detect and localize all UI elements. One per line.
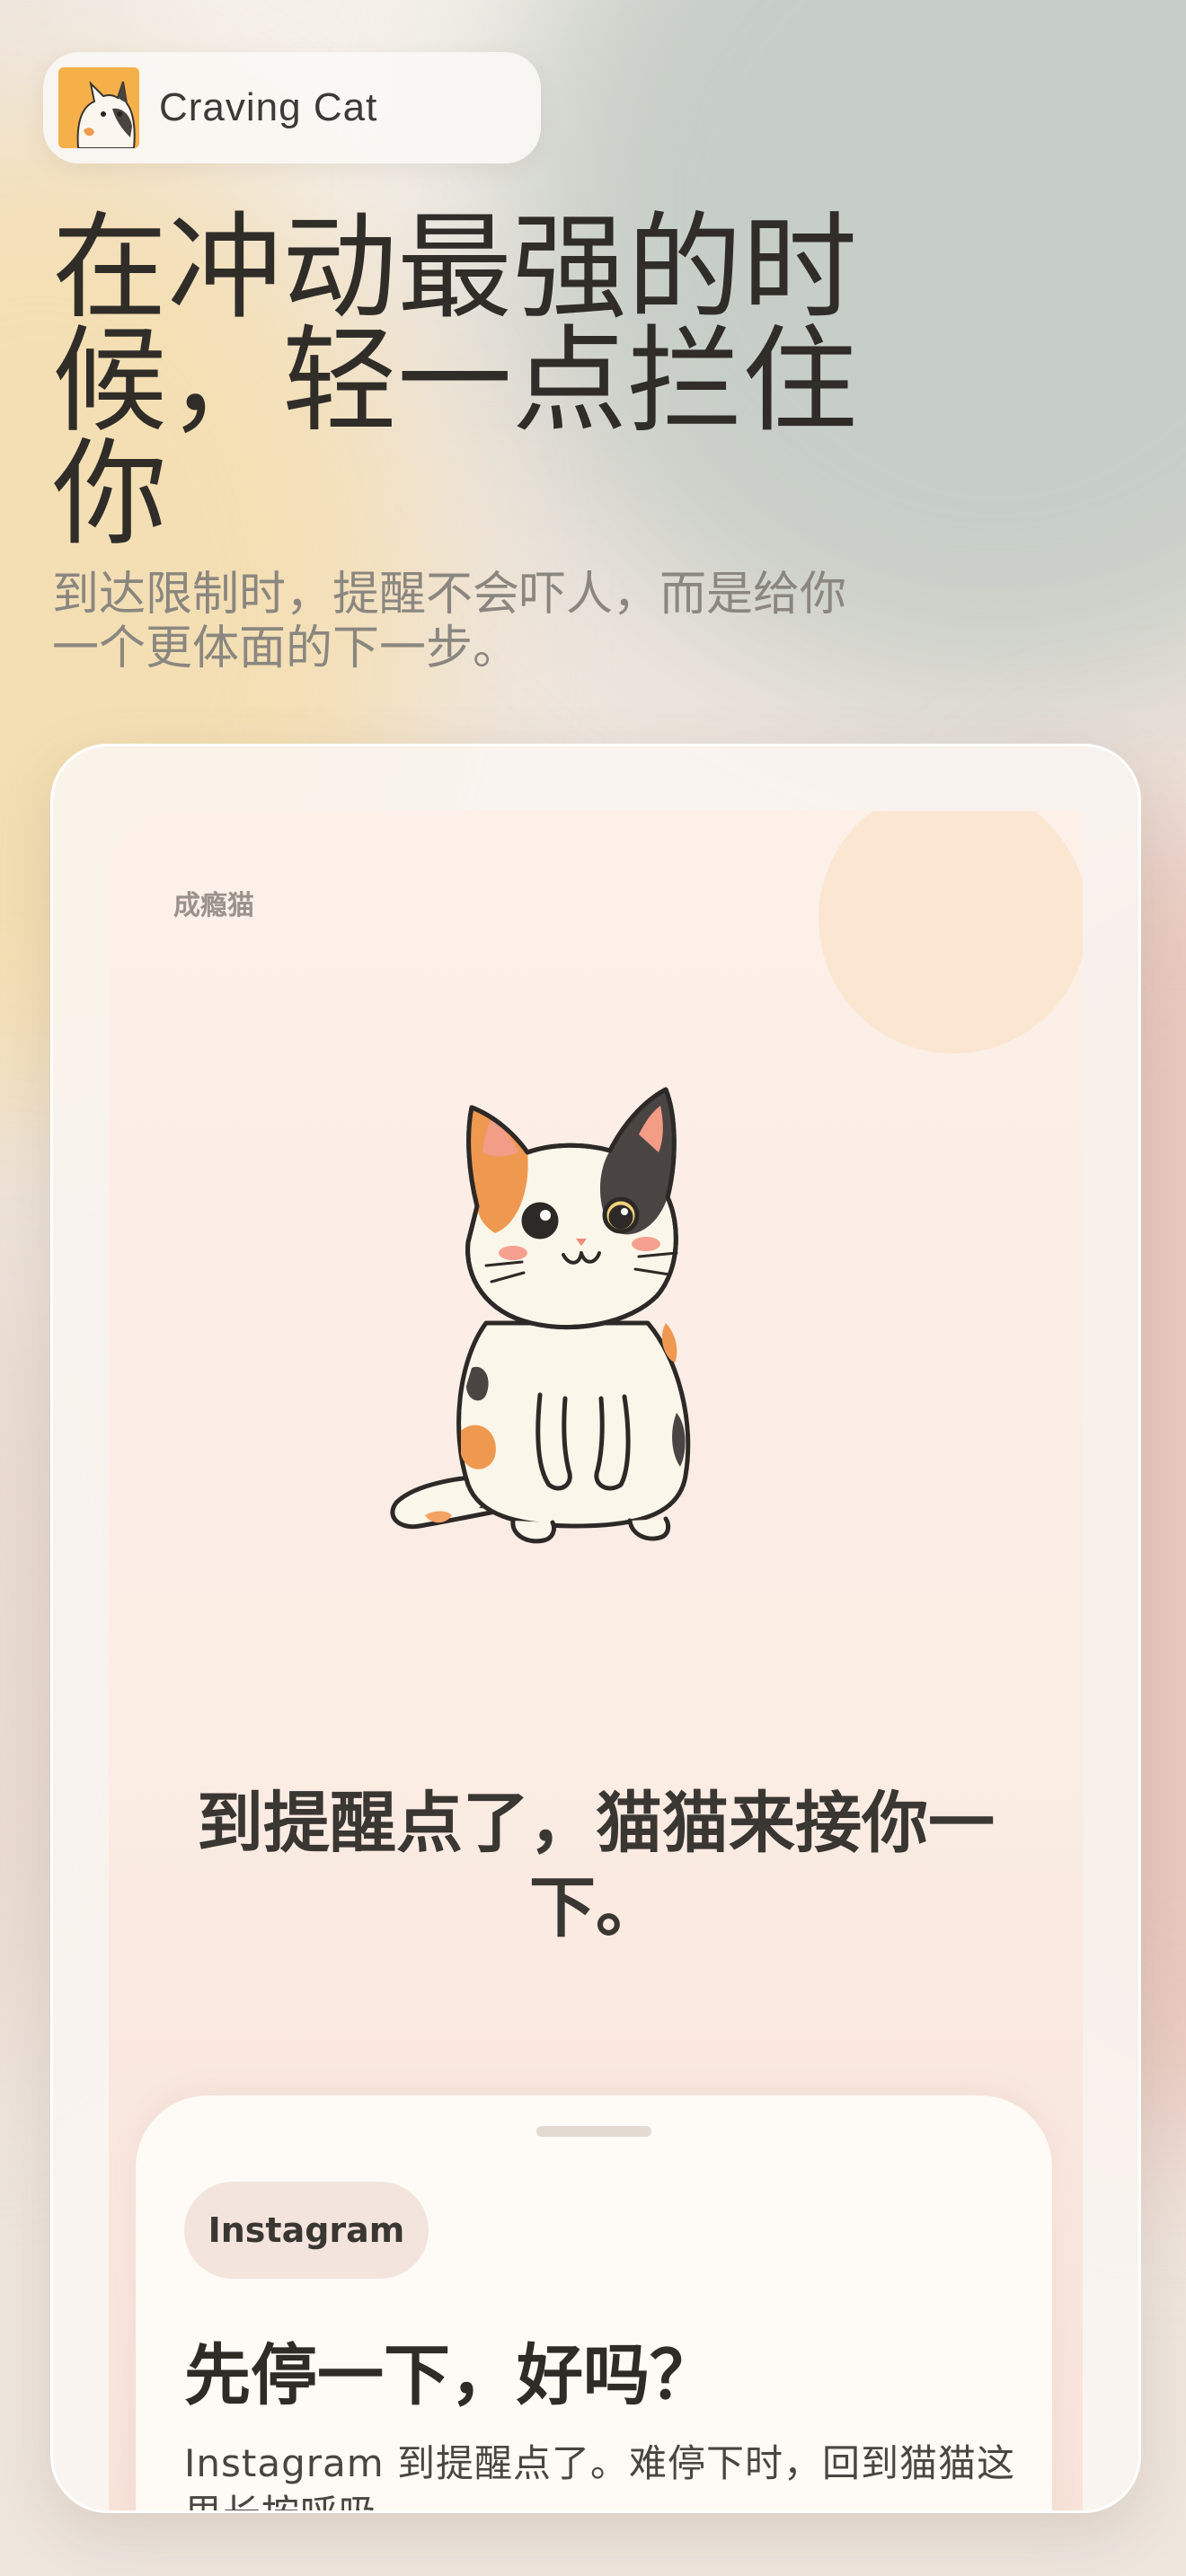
reminder-message: 到提醒点了，猫猫来接你一下。: [197, 1785, 995, 1946]
device-screen: 成瘾猫 到提醒点了，猫猫来接你一下。 Instagram 先停一下，好吗？ In…: [109, 811, 1083, 2510]
hero-subline: 到达限制时，提醒不会吓人，而是给你一个更体面的下一步。: [52, 568, 847, 675]
page: Craving Cat 在冲动最强的时候，轻一点拦住你 到达限制时，提醒不会吓人…: [0, 0, 1186, 2576]
hero-headline: 在冲动最强的时候，轻一点拦住你: [52, 201, 858, 561]
device-mockup: 成瘾猫 到提醒点了，猫猫来接你一下。 Instagram 先停一下，好吗？ In…: [50, 744, 1141, 2513]
bottom-sheet[interactable]: Instagram 先停一下，好吗？ Instagram 到提醒点了。难停下时，…: [136, 2095, 1052, 2510]
sheet-title: 先停一下，好吗？: [184, 2337, 716, 2414]
sheet-drag-handle[interactable]: [536, 2126, 651, 2137]
calico-cat-icon: [58, 67, 139, 148]
decorative-circle: [819, 811, 1083, 1054]
app-name: Craving Cat: [159, 85, 378, 129]
sheet-body-text: Instagram 到提醒点了。难停下时，回到猫猫这里长按呼吸。: [184, 2441, 1016, 2510]
brand-pill[interactable]: Craving Cat: [43, 52, 541, 163]
app-chip-instagram: Instagram: [184, 2182, 429, 2279]
calico-cat-icon: [360, 1054, 792, 1557]
screen-app-label: 成瘾猫: [173, 890, 254, 922]
